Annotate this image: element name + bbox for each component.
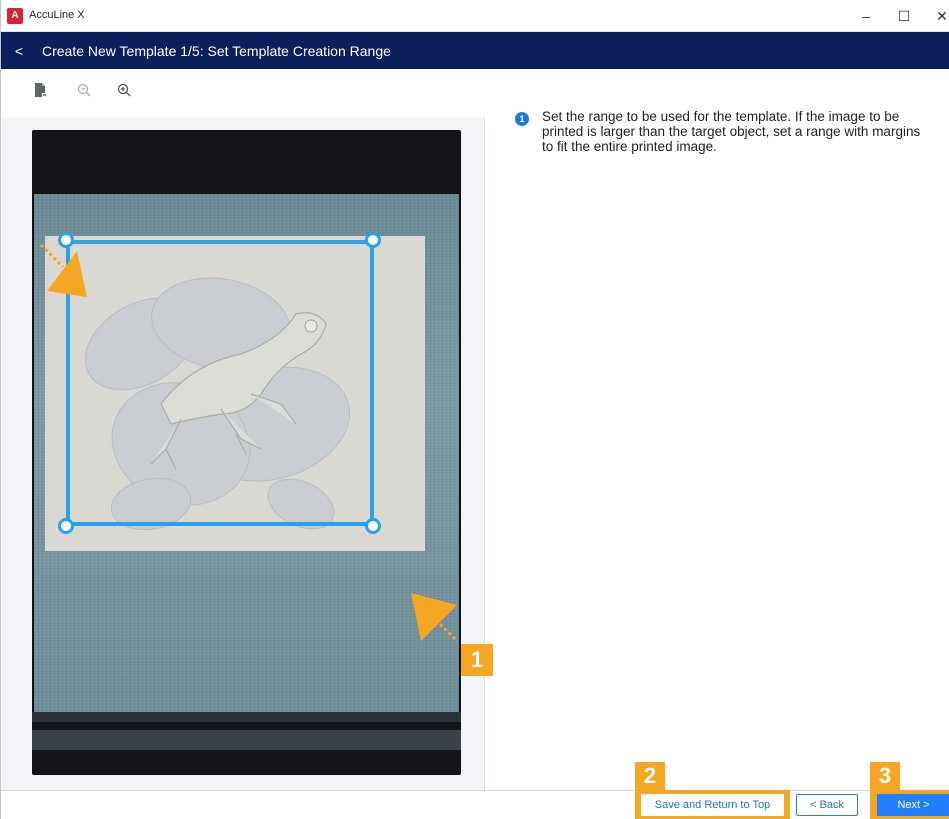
save-and-return-button[interactable]: Save and Return to Top — [641, 794, 784, 816]
callout-badge-1: 1 — [461, 644, 493, 676]
platen-base — [32, 730, 461, 750]
app-window: A AccuLine X – ☐ ✕ < Create New Template… — [0, 0, 949, 819]
resize-handle-top-left[interactable] — [58, 232, 74, 248]
callout-badge-3: 3 — [870, 762, 900, 790]
app-logo-icon: A — [7, 8, 23, 24]
image-toolbar — [1, 69, 485, 117]
callout-badge-2: 2 — [635, 762, 665, 790]
app-title: AccuLine X — [29, 9, 85, 21]
minimize-button[interactable]: – — [848, 2, 884, 30]
zoom-out-icon[interactable] — [73, 82, 95, 104]
instruction-text: Set the range to be used for the templat… — [542, 109, 921, 154]
platen-edge — [32, 712, 461, 722]
file-image-icon[interactable] — [29, 82, 51, 104]
chevron-left-icon[interactable]: < — [9, 41, 29, 61]
template-range-selection[interactable] — [66, 240, 374, 526]
step-number-badge: 1 — [515, 112, 529, 126]
resize-handle-top-right[interactable] — [365, 232, 381, 248]
back-button[interactable]: < Back — [796, 794, 858, 816]
image-preview-panel — [1, 69, 485, 790]
maximize-button[interactable]: ☐ — [886, 2, 922, 30]
next-button[interactable]: Next > — [877, 794, 949, 816]
close-button[interactable]: ✕ — [924, 2, 949, 30]
zoom-in-icon[interactable] — [113, 82, 135, 104]
page-header: < Create New Template 1/5: Set Template … — [1, 32, 949, 69]
resize-handle-bottom-right[interactable] — [365, 518, 381, 534]
page-title: Create New Template 1/5: Set Template Cr… — [42, 43, 391, 59]
resize-handle-bottom-left[interactable] — [58, 518, 74, 534]
title-bar: A AccuLine X – ☐ ✕ — [1, 0, 949, 32]
